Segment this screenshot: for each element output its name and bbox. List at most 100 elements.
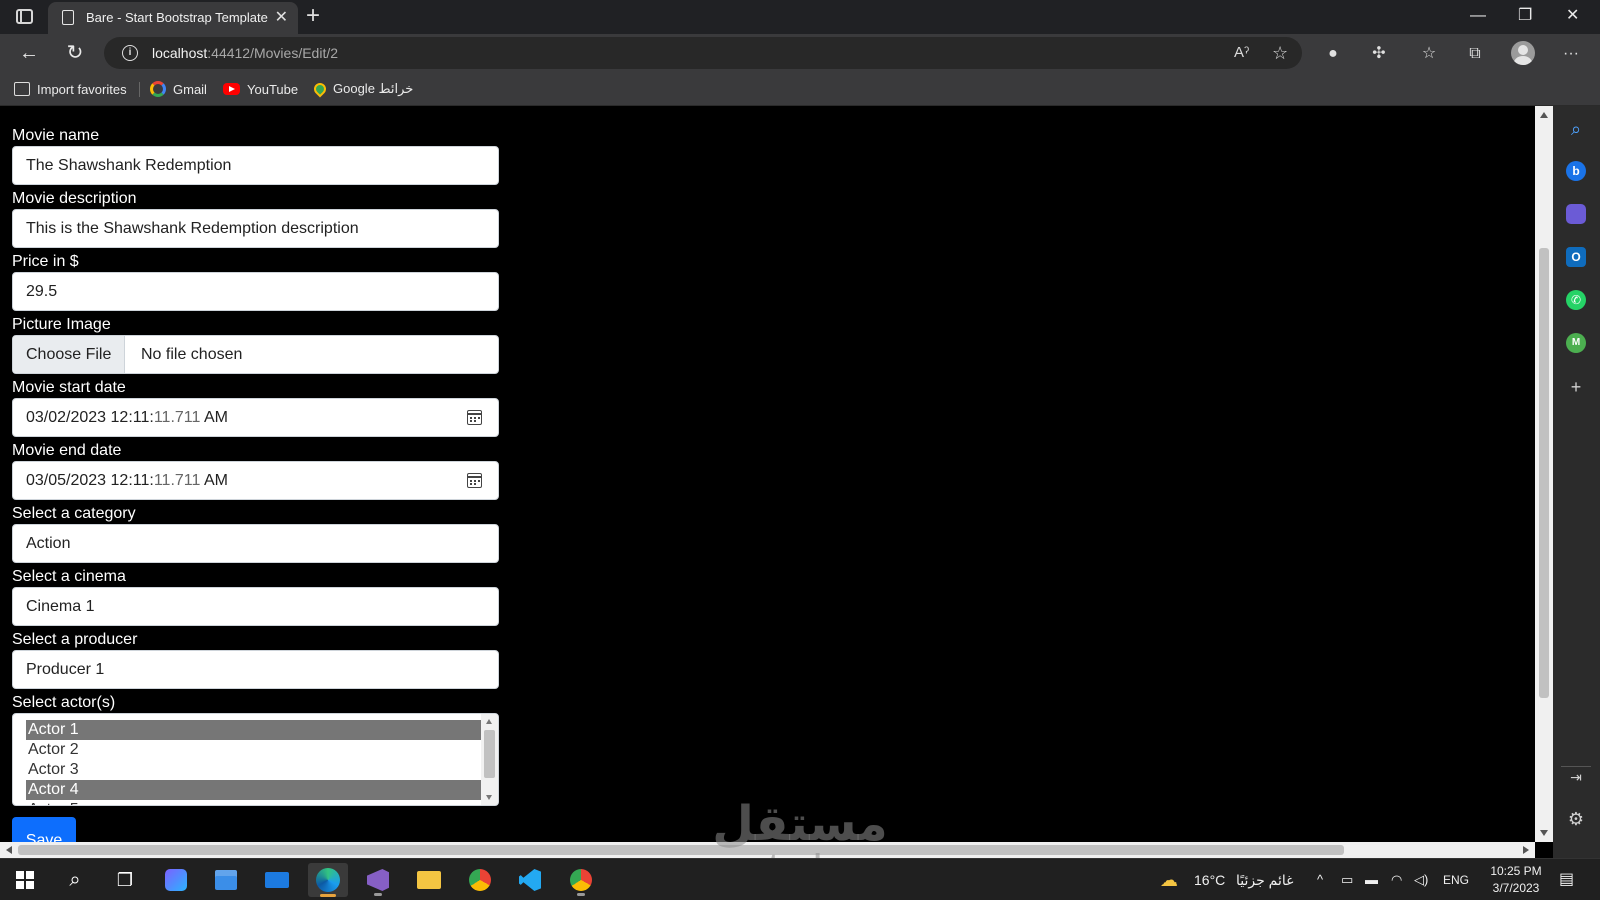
outlook-icon[interactable]: O bbox=[1566, 247, 1586, 267]
category-select[interactable]: Action bbox=[12, 524, 499, 563]
producer-select[interactable]: Producer 1 bbox=[12, 650, 499, 689]
collections-icon[interactable]: ⧉ bbox=[1464, 43, 1486, 65]
actors-multiselect[interactable]: Actor 1Actor 2Actor 3Actor 4Actor 5 bbox=[12, 713, 499, 806]
end-date-label: Movie end date bbox=[12, 442, 122, 459]
window-close-button[interactable]: ✕ bbox=[1566, 6, 1579, 26]
weather-text[interactable]: غائم جزئيًا bbox=[1236, 859, 1293, 900]
vscode-icon[interactable] bbox=[510, 863, 550, 897]
tab-title: Bare - Start Bootstrap Template bbox=[86, 10, 268, 25]
url-text[interactable]: localhost:44412/Movies/Edit/2 bbox=[152, 45, 338, 61]
read-aloud-icon[interactable]: Aˀ bbox=[1234, 43, 1249, 63]
browser-tab[interactable]: Bare - Start Bootstrap Template ✕ bbox=[48, 2, 298, 34]
favorite-google-maps[interactable]: Google خرائط bbox=[311, 80, 413, 98]
scroll-right-icon[interactable] bbox=[1523, 846, 1529, 854]
actor-option[interactable]: Actor 2 bbox=[26, 740, 482, 760]
favorite-gmail[interactable]: Gmail bbox=[150, 80, 207, 98]
choose-file-button[interactable]: Choose File bbox=[13, 336, 126, 373]
chrome-profile-icon[interactable] bbox=[561, 863, 601, 897]
favorites-icon[interactable]: ☆ bbox=[1418, 43, 1440, 65]
picture-image-field[interactable]: Choose File No file chosen bbox=[12, 335, 499, 374]
start-date-field[interactable]: 03/02/2023 12:11:11.711 AM bbox=[12, 398, 499, 437]
movie-description-field[interactable] bbox=[12, 209, 499, 248]
scroll-up-icon[interactable] bbox=[486, 719, 492, 724]
actors-scrollbar[interactable] bbox=[481, 714, 498, 805]
extensions-icon[interactable]: ✣ bbox=[1368, 43, 1390, 65]
movie-description-input[interactable] bbox=[13, 210, 498, 247]
meet-icon[interactable]: ▭ bbox=[1341, 859, 1353, 900]
page-horizontal-scrollbar[interactable] bbox=[0, 842, 1535, 858]
favorites-divider bbox=[139, 82, 140, 97]
whatsapp-icon[interactable]: ✆ bbox=[1566, 290, 1586, 310]
task-view-icon[interactable]: ❐ bbox=[105, 863, 145, 897]
volume-icon[interactable]: ◁) bbox=[1414, 859, 1428, 900]
new-tab-button[interactable]: + bbox=[306, 3, 320, 29]
weather-icon[interactable]: ☁ bbox=[1160, 859, 1178, 900]
windows-taskbar: ⌕ ❐ ☁ 16°C غائم جزئيًا ^ ▭ ▬ ◠ ◁) ENG 10… bbox=[0, 858, 1600, 900]
favorite-label: Gmail bbox=[173, 81, 207, 97]
profile-icon[interactable] bbox=[1511, 41, 1535, 65]
minimize-button[interactable]: — bbox=[1470, 6, 1486, 26]
settings-icon[interactable]: ⚙ bbox=[1565, 808, 1587, 830]
restore-button[interactable]: ❐ bbox=[1518, 6, 1532, 26]
price-input[interactable] bbox=[13, 273, 498, 310]
search-icon[interactable]: ⌕ bbox=[1565, 118, 1587, 140]
notifications-icon[interactable]: ▤ bbox=[1559, 859, 1574, 900]
start-button[interactable] bbox=[5, 863, 45, 897]
store-icon[interactable] bbox=[206, 863, 246, 897]
search-icon[interactable]: ⌕ bbox=[55, 863, 95, 897]
actor-option[interactable]: Actor 1 bbox=[26, 720, 482, 740]
weather-temp[interactable]: 16°C bbox=[1194, 859, 1225, 900]
address-bar[interactable]: i localhost:44412/Movies/Edit/2 Aˀ ☆ bbox=[104, 37, 1302, 69]
mail-icon[interactable] bbox=[257, 863, 297, 897]
calendar-icon[interactable] bbox=[467, 473, 482, 488]
copilot-icon[interactable] bbox=[1566, 204, 1586, 224]
add-favorite-icon[interactable]: ☆ bbox=[1272, 43, 1288, 63]
scroll-down-icon[interactable] bbox=[1540, 830, 1548, 836]
edit-movie-form: Movie name Movie description Price in $ … bbox=[12, 125, 499, 842]
edge-icon[interactable] bbox=[308, 863, 348, 897]
tab-actions-icon[interactable] bbox=[16, 9, 33, 24]
save-button[interactable]: Save bbox=[12, 817, 76, 842]
clock[interactable]: 10:25 PM 3/7/2023 bbox=[1476, 863, 1556, 897]
scroll-left-icon[interactable] bbox=[6, 846, 12, 854]
scroll-down-icon[interactable] bbox=[486, 795, 492, 800]
actor-option[interactable]: Actor 4 bbox=[26, 780, 482, 800]
scroll-thumb[interactable] bbox=[1539, 248, 1549, 698]
chrome-icon[interactable] bbox=[460, 863, 500, 897]
circle-icon[interactable]: ● bbox=[1322, 43, 1344, 65]
show-hidden-icons[interactable]: ^ bbox=[1317, 859, 1323, 900]
file-explorer-icon[interactable] bbox=[409, 863, 449, 897]
reload-button[interactable]: ↻ bbox=[63, 41, 87, 65]
battery-icon[interactable]: ▬ bbox=[1365, 859, 1378, 900]
scroll-thumb[interactable] bbox=[18, 845, 1344, 855]
add-icon[interactable]: + bbox=[1565, 376, 1587, 398]
page-vertical-scrollbar[interactable] bbox=[1535, 106, 1553, 842]
movie-name-input[interactable] bbox=[13, 147, 498, 184]
movie-name-field[interactable] bbox=[12, 146, 499, 185]
actors-options: Actor 1Actor 2Actor 3Actor 4Actor 5 bbox=[26, 720, 482, 805]
more-icon[interactable]: ··· bbox=[1560, 43, 1582, 65]
actor-option[interactable]: Actor 5 bbox=[26, 800, 482, 805]
visual-studio-icon[interactable] bbox=[358, 863, 398, 897]
back-button[interactable]: ← bbox=[17, 41, 41, 65]
producer-label: Select a producer bbox=[12, 631, 138, 648]
close-tab-icon[interactable]: ✕ bbox=[275, 8, 288, 28]
end-date-field[interactable]: 03/05/2023 12:11:11.711 AM bbox=[12, 461, 499, 500]
bing-icon[interactable]: b bbox=[1566, 161, 1586, 181]
copilot-icon[interactable] bbox=[156, 863, 196, 897]
split-screen-icon[interactable]: ⇥ bbox=[1565, 766, 1587, 788]
cinema-select[interactable]: Cinema 1 bbox=[12, 587, 499, 626]
site-info-icon[interactable]: i bbox=[122, 45, 138, 61]
actor-option[interactable]: Actor 3 bbox=[26, 760, 482, 780]
language-indicator[interactable]: ENG bbox=[1443, 859, 1469, 900]
m-app-icon[interactable]: M bbox=[1566, 333, 1586, 353]
end-date-value[interactable]: 03/05/2023 12:11:11.711 AM bbox=[26, 462, 228, 499]
scroll-up-icon[interactable] bbox=[1540, 112, 1548, 118]
wifi-icon[interactable]: ◠ bbox=[1391, 859, 1402, 900]
price-field[interactable] bbox=[12, 272, 499, 311]
favorite-youtube[interactable]: YouTube bbox=[223, 80, 298, 98]
scroll-thumb[interactable] bbox=[484, 730, 495, 778]
calendar-icon[interactable] bbox=[467, 410, 482, 425]
favorite-import[interactable]: Import favorites bbox=[14, 80, 127, 98]
start-date-value[interactable]: 03/02/2023 12:11:11.711 AM bbox=[26, 399, 228, 436]
